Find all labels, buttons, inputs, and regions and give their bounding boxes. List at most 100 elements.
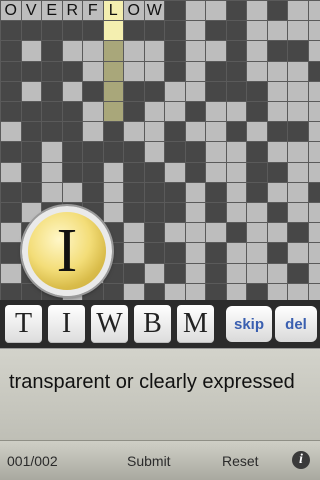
grid-cell[interactable]: [143, 121, 165, 143]
grid-cell[interactable]: [287, 141, 309, 163]
grid-cell[interactable]: [20, 161, 42, 183]
grid-cell[interactable]: [102, 121, 124, 143]
grid-cell[interactable]: [184, 282, 206, 300]
grid-cell[interactable]: [102, 202, 124, 224]
skip-button[interactable]: skip: [226, 306, 272, 342]
grid-letter[interactable]: R: [61, 0, 83, 22]
grid-cell[interactable]: [61, 20, 83, 42]
grid-cell[interactable]: [0, 40, 22, 62]
grid-cell[interactable]: [287, 101, 309, 123]
grid-letter[interactable]: V: [20, 0, 42, 22]
grid-cell[interactable]: [143, 101, 165, 123]
grid-cell[interactable]: [82, 161, 104, 183]
grid-cell[interactable]: [184, 40, 206, 62]
grid-cell[interactable]: [225, 20, 247, 42]
grid-cell[interactable]: [102, 141, 124, 163]
grid-cell[interactable]: [246, 80, 268, 102]
reset-button[interactable]: Reset: [222, 453, 259, 469]
grid-cell[interactable]: [164, 80, 186, 102]
grid-cell[interactable]: [61, 80, 83, 102]
grid-cell[interactable]: [61, 141, 83, 163]
grid-cell[interactable]: [225, 181, 247, 203]
grid-letter[interactable]: W: [143, 0, 165, 22]
grid-cell[interactable]: [164, 20, 186, 42]
grid-cell[interactable]: [143, 40, 165, 62]
grid-cell[interactable]: [266, 282, 288, 300]
grid-cell[interactable]: [0, 262, 22, 284]
grid-cell[interactable]: [123, 282, 145, 300]
grid-cell[interactable]: [287, 222, 309, 244]
grid-cell[interactable]: [266, 262, 288, 284]
grid-cell[interactable]: [287, 181, 309, 203]
grid-cell[interactable]: [205, 222, 227, 244]
grid-cell[interactable]: [61, 161, 83, 183]
grid-letter[interactable]: O: [123, 0, 145, 22]
grid-cell[interactable]: [307, 181, 320, 203]
grid-cell[interactable]: [123, 80, 145, 102]
grid-cell[interactable]: [123, 60, 145, 82]
grid-cell[interactable]: [102, 181, 124, 203]
grid-cell[interactable]: [287, 202, 309, 224]
grid-cell[interactable]: [164, 121, 186, 143]
grid-cell[interactable]: [0, 242, 22, 264]
grid-cell[interactable]: [205, 0, 227, 22]
grid-cell[interactable]: [0, 141, 22, 163]
grid-cell[interactable]: [307, 101, 320, 123]
grid-cell[interactable]: [205, 181, 227, 203]
grid-cell[interactable]: [246, 60, 268, 82]
grid-cell[interactable]: [143, 262, 165, 284]
grid-cell[interactable]: [266, 60, 288, 82]
grid-cell[interactable]: [0, 80, 22, 102]
grid-cell[interactable]: [164, 101, 186, 123]
grid-cell[interactable]: [205, 121, 227, 143]
grid-cell[interactable]: [287, 262, 309, 284]
grid-cell[interactable]: [41, 181, 63, 203]
grid-cell[interactable]: [0, 121, 22, 143]
grid-cell[interactable]: [246, 141, 268, 163]
grid-cell[interactable]: [287, 0, 309, 22]
grid-cell[interactable]: [184, 181, 206, 203]
grid-cell[interactable]: [20, 40, 42, 62]
grid-cell[interactable]: [287, 60, 309, 82]
grid-cell[interactable]: [266, 242, 288, 264]
grid-cell[interactable]: [164, 40, 186, 62]
grid-cell[interactable]: [307, 141, 320, 163]
grid-cell[interactable]: [225, 141, 247, 163]
grid-cell[interactable]: [287, 20, 309, 42]
grid-cell[interactable]: [266, 101, 288, 123]
grid-cell[interactable]: [225, 222, 247, 244]
grid-cell[interactable]: [123, 20, 145, 42]
grid-cell[interactable]: [20, 101, 42, 123]
grid-letter[interactable]: L: [102, 0, 124, 22]
grid-cell[interactable]: [41, 80, 63, 102]
grid-cell[interactable]: [123, 121, 145, 143]
grid-cell[interactable]: [41, 60, 63, 82]
grid-cell[interactable]: [225, 121, 247, 143]
grid-cell[interactable]: [225, 161, 247, 183]
grid-cell[interactable]: [205, 40, 227, 62]
grid-cell[interactable]: [246, 161, 268, 183]
grid-cell[interactable]: [61, 40, 83, 62]
grid-cell[interactable]: [246, 262, 268, 284]
grid-cell[interactable]: [225, 282, 247, 300]
grid-cell[interactable]: [287, 242, 309, 264]
grid-cell[interactable]: [205, 161, 227, 183]
letter-tile-4[interactable]: B: [134, 305, 171, 343]
grid-cell[interactable]: [246, 202, 268, 224]
grid-cell[interactable]: [164, 141, 186, 163]
grid-cell[interactable]: [0, 282, 22, 300]
grid-cell[interactable]: [102, 20, 124, 42]
grid-cell[interactable]: [287, 40, 309, 62]
grid-cell[interactable]: [205, 242, 227, 264]
grid-cell[interactable]: [0, 101, 22, 123]
grid-cell[interactable]: [225, 40, 247, 62]
grid-cell[interactable]: [266, 141, 288, 163]
grid-cell[interactable]: [205, 282, 227, 300]
grid-cell[interactable]: [266, 161, 288, 183]
grid-cell[interactable]: [307, 121, 320, 143]
grid-cell[interactable]: [266, 181, 288, 203]
grid-cell[interactable]: [82, 20, 104, 42]
grid-cell[interactable]: [246, 242, 268, 264]
grid-cell[interactable]: [266, 121, 288, 143]
grid-cell[interactable]: [143, 202, 165, 224]
